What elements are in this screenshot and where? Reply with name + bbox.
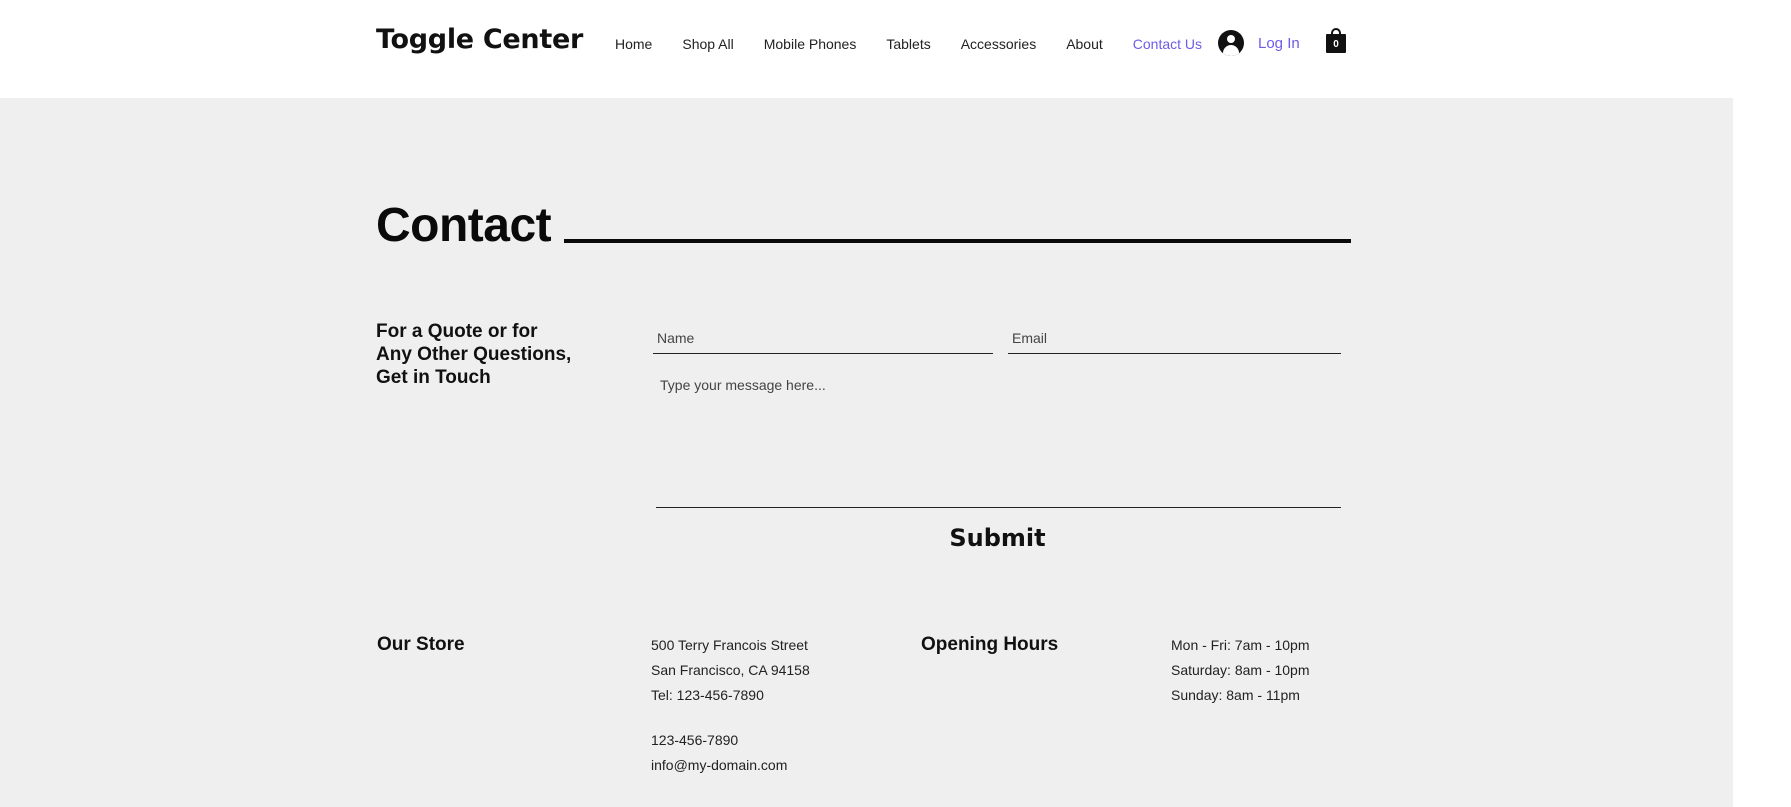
- contact-intro-line: For a Quote or for: [376, 321, 538, 342]
- nav-item-home[interactable]: Home: [615, 36, 652, 52]
- avatar-icon: [1218, 30, 1244, 56]
- nav-item-tablets[interactable]: Tablets: [886, 36, 930, 52]
- hours-weekdays: Mon - Fri: 7am - 10pm: [1171, 637, 1310, 653]
- store-phone: 123-456-7890: [651, 732, 739, 748]
- name-field[interactable]: [653, 322, 993, 354]
- store-tel: Tel: 123-456-7890: [651, 687, 764, 703]
- nav-item-about[interactable]: About: [1066, 36, 1103, 52]
- page-margin: [1733, 0, 1791, 807]
- cart-button[interactable]: 0: [1326, 28, 1346, 53]
- main-nav: Home Shop All Mobile Phones Tablets Acce…: [615, 35, 1232, 53]
- title-divider: [564, 239, 1351, 243]
- contact-intro-line: Any Other Questions,: [376, 344, 572, 365]
- store-address-line: 500 Terry Francois Street: [651, 637, 808, 653]
- nav-item-shop-all[interactable]: Shop All: [682, 36, 733, 52]
- our-store-heading: Our Store: [377, 634, 465, 655]
- store-email[interactable]: info@my-domain.com: [651, 757, 787, 773]
- nav-item-accessories[interactable]: Accessories: [961, 36, 1036, 52]
- contact-intro-line: Get in Touch: [376, 367, 491, 388]
- login-button[interactable]: Log In: [1218, 30, 1300, 56]
- login-label: Log In: [1258, 34, 1300, 52]
- store-address-line: San Francisco, CA 94158: [651, 662, 810, 678]
- site-header: Toggle Center Home Shop All Mobile Phone…: [0, 0, 1733, 98]
- email-field[interactable]: [1008, 322, 1341, 354]
- contact-section: Contact For a Quote or for Any Other Que…: [0, 98, 1733, 807]
- nav-item-contact-us[interactable]: Contact Us: [1133, 36, 1202, 52]
- cart-count-badge: 0: [1333, 39, 1339, 50]
- site-logo[interactable]: Toggle Center: [376, 24, 583, 55]
- opening-hours-heading: Opening Hours: [921, 634, 1059, 655]
- contact-intro: For a Quote or for Any Other Questions, …: [376, 320, 586, 389]
- hours-sunday: Sunday: 8am - 11pm: [1171, 687, 1300, 703]
- submit-button[interactable]: Submit: [900, 516, 1095, 560]
- hours-saturday: Saturday: 8am - 10pm: [1171, 662, 1310, 678]
- message-field[interactable]: [656, 370, 1341, 508]
- nav-item-mobile-phones[interactable]: Mobile Phones: [764, 36, 857, 52]
- page-title: Contact: [376, 199, 552, 252]
